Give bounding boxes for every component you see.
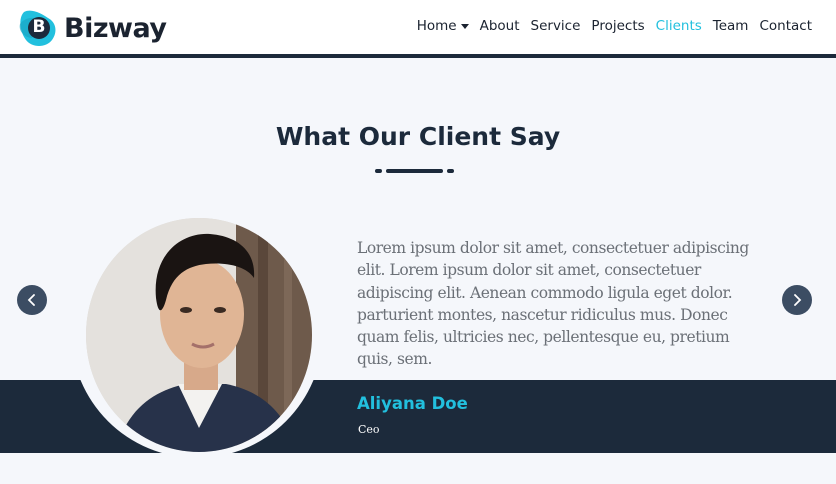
nav-home-label: Home bbox=[416, 18, 457, 34]
nav-contact[interactable]: Contact bbox=[759, 18, 812, 34]
carousel-prev-button[interactable] bbox=[17, 285, 47, 315]
logo-letter: B bbox=[32, 17, 46, 37]
nav-projects[interactable]: Projects bbox=[591, 18, 644, 34]
chevron-right-icon bbox=[794, 294, 802, 306]
client-photo bbox=[86, 218, 312, 452]
main-nav: Home About Service Projects Clients Team… bbox=[406, 18, 812, 34]
nav-about[interactable]: About bbox=[480, 18, 520, 34]
brand-name: Bizway bbox=[64, 12, 167, 44]
chevron-left-icon bbox=[27, 294, 35, 306]
testimonial-quote: Lorem ipsum dolor sit amet, consectetuer… bbox=[357, 239, 749, 369]
brand-logo[interactable]: B Bizway bbox=[18, 8, 167, 48]
client-role: Ceo bbox=[358, 423, 380, 436]
nav-clients[interactable]: Clients bbox=[656, 18, 702, 34]
nav-team[interactable]: Team bbox=[713, 18, 749, 34]
logo-icon: B bbox=[18, 8, 60, 48]
nav-service[interactable]: Service bbox=[531, 18, 581, 34]
carousel-next-button[interactable] bbox=[782, 285, 812, 315]
site-header: B Bizway Home About Service Projects Cli… bbox=[0, 0, 836, 58]
nav-home[interactable]: Home bbox=[417, 18, 469, 34]
caret-down-icon bbox=[460, 23, 469, 29]
title-divider bbox=[375, 169, 455, 173]
client-name: Aliyana Doe bbox=[357, 394, 468, 413]
section-title: What Our Client Say bbox=[275, 122, 561, 151]
